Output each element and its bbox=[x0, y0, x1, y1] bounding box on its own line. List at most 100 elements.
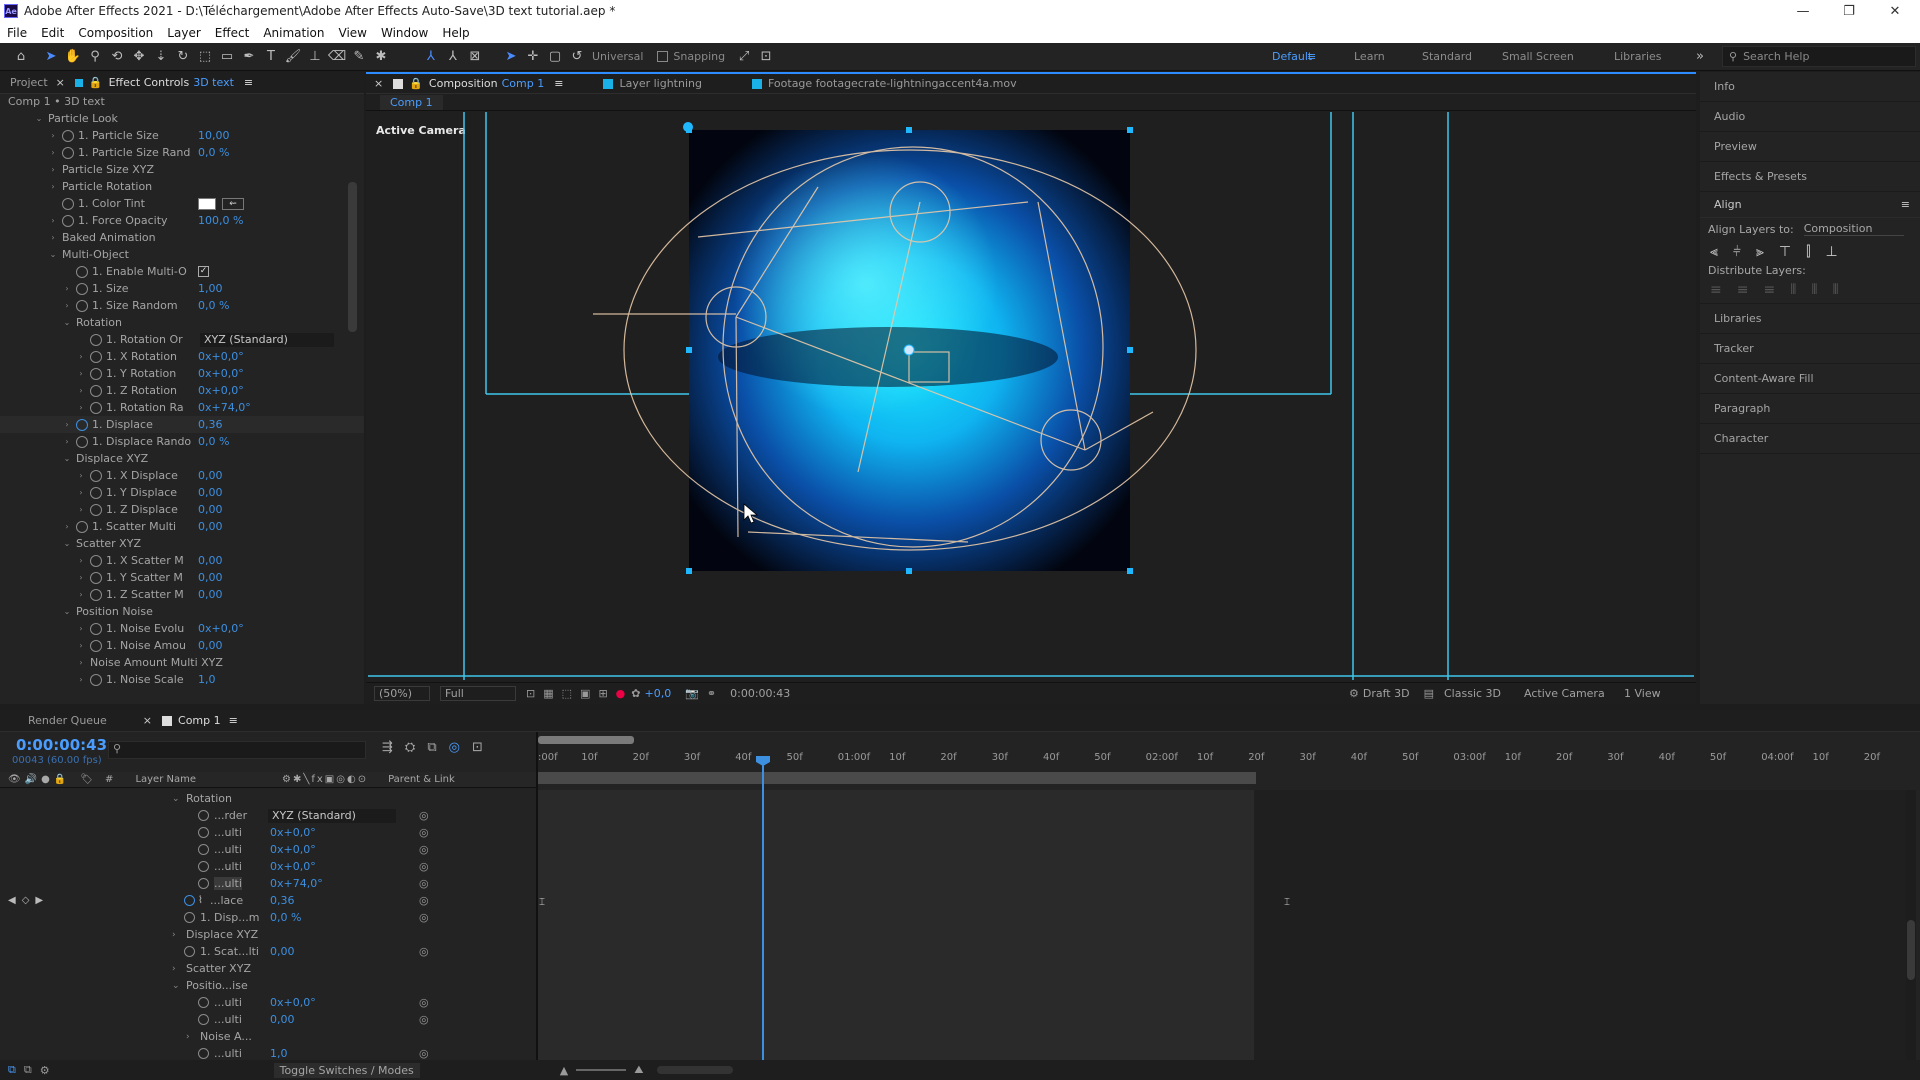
transparency-grid-icon[interactable]: ▦ bbox=[543, 687, 553, 700]
chevron-right-icon[interactable]: › bbox=[62, 284, 72, 293]
tab-render-queue[interactable]: Render Queue bbox=[18, 710, 117, 732]
menu-edit[interactable]: Edit bbox=[34, 26, 71, 40]
stopwatch-icon[interactable] bbox=[76, 299, 88, 312]
eraser-tool-icon[interactable]: ⌫ bbox=[328, 48, 346, 66]
pickwhip-icon[interactable]: ◎ bbox=[419, 945, 429, 958]
chevron-down-icon[interactable]: ⌄ bbox=[62, 539, 72, 548]
panel-menu-icon[interactable]: ≡ bbox=[244, 76, 253, 89]
property-value[interactable]: 0,0 % bbox=[270, 911, 301, 924]
effect-property-row[interactable]: › 1. Displace Rando 0,0 % bbox=[0, 433, 364, 450]
stopwatch-icon[interactable] bbox=[198, 997, 209, 1008]
chevron-right-icon[interactable]: › bbox=[48, 148, 58, 157]
zoom-out-icon[interactable]: ▲ bbox=[560, 1064, 568, 1077]
hand-tool-icon[interactable]: ✋ bbox=[64, 48, 82, 66]
work-area-bar[interactable] bbox=[538, 772, 1256, 784]
menu-layer[interactable]: Layer bbox=[160, 26, 207, 40]
selection-tool-icon[interactable]: ➤ bbox=[42, 48, 60, 66]
zoom-slider[interactable] bbox=[576, 1069, 627, 1071]
panel-menu-icon[interactable]: ≡ bbox=[554, 77, 563, 90]
distribute-bottom-icon[interactable]: ≡ bbox=[1763, 282, 1775, 298]
pickwhip-icon[interactable]: ◎ bbox=[419, 996, 429, 1009]
layer-name-column[interactable]: Layer Name bbox=[135, 774, 196, 785]
property-value[interactable]: 10,00 bbox=[198, 129, 230, 142]
orbit-camera-icon[interactable]: ⟲ bbox=[108, 48, 126, 66]
chevron-right-icon[interactable]: › bbox=[76, 624, 86, 633]
align-left-icon[interactable]: ⫷ bbox=[1710, 244, 1718, 260]
property-value[interactable]: 100,0 % bbox=[198, 214, 243, 227]
keyframe-marker[interactable]: ⌶ bbox=[539, 897, 545, 908]
effect-property-row[interactable]: › 1. Noise Scale 1,0 bbox=[0, 671, 364, 688]
align-bottom-icon[interactable]: ⊥ bbox=[1826, 244, 1838, 260]
effect-property-row[interactable]: › 1. Force Opacity 100,0 % bbox=[0, 212, 364, 229]
stopwatch-icon[interactable] bbox=[90, 350, 102, 363]
reset-exposure-icon[interactable]: ✿ bbox=[631, 687, 640, 700]
stopwatch-icon[interactable] bbox=[90, 384, 102, 397]
eyedropper-icon[interactable]: ⇜ bbox=[222, 197, 244, 210]
tab-layer[interactable]: Layer lightning bbox=[593, 73, 712, 95]
timeline-property-row[interactable]: ⌄ Positio...ise bbox=[0, 977, 536, 994]
av-features-icon[interactable]: 👁 bbox=[8, 774, 21, 785]
rectangle-tool-icon[interactable]: ▭ bbox=[218, 48, 236, 66]
search-help-placeholder[interactable]: Search Help bbox=[1743, 50, 1809, 63]
type-tool-icon[interactable]: T bbox=[262, 48, 280, 66]
stopwatch-icon[interactable] bbox=[198, 827, 209, 838]
chevron-right-icon[interactable]: › bbox=[186, 1032, 190, 1042]
effect-property-row[interactable]: › 1. Scatter Multi 0,00 bbox=[0, 518, 364, 535]
menu-view[interactable]: View bbox=[332, 26, 374, 40]
chevron-right-icon[interactable]: › bbox=[172, 964, 176, 974]
snapshot-icon[interactable]: 📷 bbox=[685, 687, 699, 700]
timeline-property-row[interactable]: ...ulti 0x+74,0° ◎ bbox=[0, 875, 536, 892]
snapping-checkbox[interactable] bbox=[657, 51, 669, 62]
panel-menu-icon[interactable]: ≡ bbox=[229, 714, 238, 727]
view-layout-dropdown[interactable]: 1 View bbox=[1624, 687, 1686, 700]
property-value[interactable]: 0,0 % bbox=[198, 146, 229, 159]
pickwhip-icon[interactable]: ◎ bbox=[419, 894, 429, 907]
anchor-point[interactable] bbox=[903, 344, 915, 356]
property-value[interactable]: 0,36 bbox=[270, 894, 295, 907]
property-value[interactable]: 0,00 bbox=[270, 945, 295, 958]
align-to-dropdown[interactable]: Composition bbox=[1803, 222, 1904, 236]
channels-icon[interactable]: ● bbox=[616, 687, 626, 700]
panel-character[interactable]: Character bbox=[1700, 424, 1920, 454]
chevron-right-icon[interactable]: › bbox=[48, 216, 58, 225]
distribute-vcenter-icon[interactable]: ≡ bbox=[1737, 282, 1749, 298]
pickwhip-icon[interactable]: ◎ bbox=[419, 1013, 429, 1026]
timeline-property-row[interactable]: ...ulti 0x+0,0° ◎ bbox=[0, 858, 536, 875]
timeline-property-row[interactable]: ...ulti 0x+0,0° ◎ bbox=[0, 994, 536, 1011]
effect-property-row[interactable]: ⌄ Position Noise bbox=[0, 603, 364, 620]
chevron-right-icon[interactable]: » bbox=[1696, 49, 1704, 64]
property-value[interactable]: 0x+74,0° bbox=[198, 401, 251, 414]
chevron-down-icon[interactable]: ⌄ bbox=[62, 607, 72, 616]
renderer-dropdown[interactable]: Classic 3D bbox=[1444, 687, 1516, 700]
chevron-right-icon[interactable]: › bbox=[76, 505, 86, 514]
solo-icon[interactable]: ● bbox=[41, 774, 50, 785]
stopwatch-icon[interactable] bbox=[90, 486, 102, 499]
close-icon[interactable]: ✕ bbox=[1872, 0, 1918, 22]
maximize-icon[interactable]: ❐ bbox=[1826, 0, 1872, 22]
stopwatch-icon[interactable] bbox=[90, 588, 102, 601]
menu-window[interactable]: Window bbox=[374, 26, 435, 40]
show-snapshot-icon[interactable]: ⚭ bbox=[707, 687, 716, 700]
stopwatch-icon[interactable] bbox=[90, 639, 102, 652]
timeline-property-row[interactable]: › Displace XYZ bbox=[0, 926, 536, 943]
effect-property-row[interactable]: 1. Rotation Or XYZ (Standard) bbox=[0, 331, 364, 348]
chevron-right-icon[interactable]: › bbox=[76, 590, 86, 599]
playhead[interactable] bbox=[762, 756, 764, 1060]
effect-property-row[interactable]: › Noise Amount Multi XYZ bbox=[0, 654, 364, 671]
timeline-property-row[interactable]: ...ulti 1,0 ◎ bbox=[0, 1045, 536, 1060]
snapping-label[interactable]: Snapping bbox=[673, 50, 725, 63]
view-axis-icon[interactable]: ⊠ bbox=[466, 48, 484, 66]
effect-property-row[interactable]: 1. Color Tint ⇜ bbox=[0, 195, 364, 212]
property-value[interactable]: 0,0 % bbox=[198, 435, 229, 448]
timeline-hscroll[interactable] bbox=[657, 1066, 734, 1074]
draft3d-label[interactable]: Draft 3D bbox=[1363, 687, 1410, 700]
next-keyframe-icon[interactable]: ▶ bbox=[35, 895, 43, 906]
chevron-right-icon[interactable]: › bbox=[48, 165, 58, 174]
region-of-interest-icon[interactable]: ⊡ bbox=[526, 687, 535, 700]
panel-preview[interactable]: Preview bbox=[1700, 132, 1920, 162]
search-help-box[interactable]: ⚲ Search Help bbox=[1722, 46, 1916, 67]
effect-property-row[interactable]: › 1. X Displace 0,00 bbox=[0, 467, 364, 484]
grid-options-icon[interactable]: ⊞ bbox=[598, 687, 607, 700]
resolution-dropdown[interactable]: Full bbox=[440, 686, 516, 701]
workspace-standard[interactable]: Standard bbox=[1408, 50, 1486, 63]
